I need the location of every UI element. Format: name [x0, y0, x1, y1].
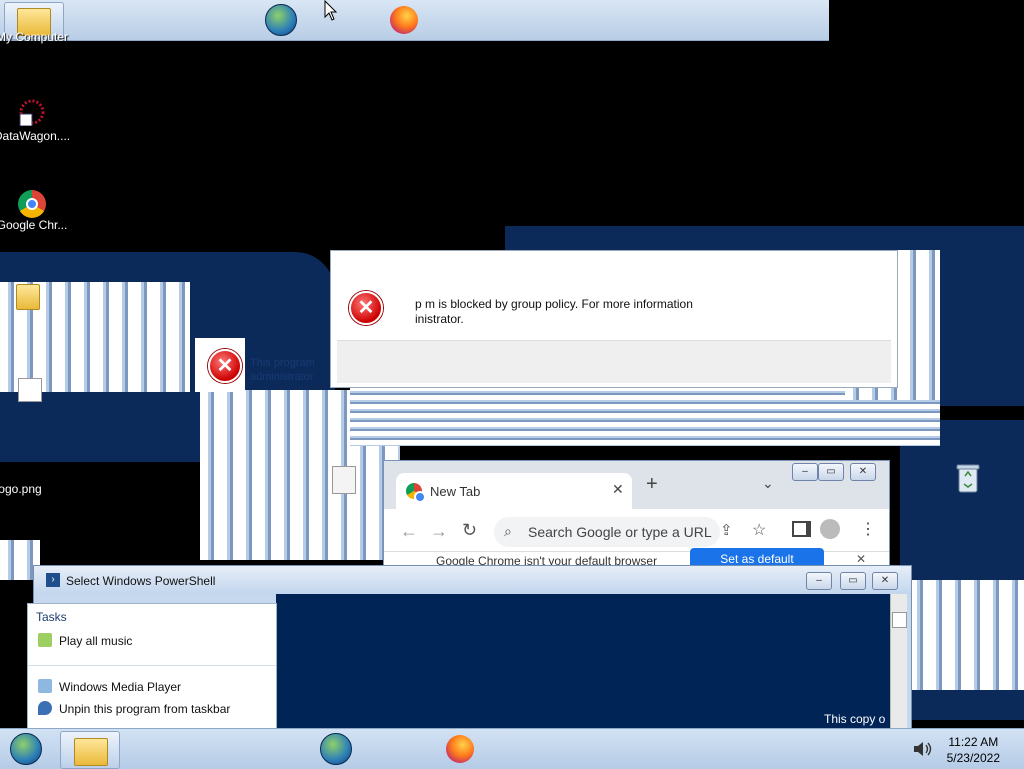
volume-icon[interactable]	[912, 741, 932, 757]
share-icon[interactable]: ⇪	[720, 521, 733, 539]
taskbar-explorer-button[interactable]	[60, 731, 120, 769]
set-default-button[interactable]: Set as default	[690, 548, 824, 565]
error-message-line1: p m is blocked by group policy. For more…	[415, 297, 693, 311]
close-tab-icon[interactable]: ✕	[612, 481, 624, 498]
jumplist-item-unpin[interactable]: Unpin this program from taskbar	[38, 701, 230, 719]
chrome-tabstrip: New Tab ✕ + ⌄ – ▭ ✕	[384, 461, 889, 509]
clock-time: 11:22 AM	[948, 735, 999, 749]
desktop-icon-my-computer[interactable]: My Computer	[0, 30, 72, 44]
media-player-icon[interactable]	[265, 4, 297, 36]
minimize-button[interactable]: –	[792, 463, 818, 481]
jumplist-header: Tasks	[36, 610, 67, 624]
close-button[interactable]: ✕	[872, 572, 898, 590]
recycle-bin-icon[interactable]	[955, 462, 981, 494]
desktop-icon-logo-png[interactable]: ogo.png	[0, 482, 60, 496]
vertical-scrollbar[interactable]	[890, 594, 907, 731]
music-icon	[38, 633, 52, 647]
desktop-icon-google-chrome[interactable]: Google Chr...	[0, 190, 72, 232]
tab-search-icon[interactable]: ⌄	[762, 475, 774, 492]
media-player-icon	[38, 679, 52, 693]
ghost-error-text: This program administrator	[250, 356, 315, 384]
windows-activation-watermark: This copy o	[824, 712, 886, 726]
desktop-icon-label: DataWagon....	[0, 129, 71, 143]
firefox-icon	[446, 735, 474, 763]
desktop-icon-label: Google Chr...	[0, 218, 68, 232]
scrollbar-thumb[interactable]	[892, 612, 907, 628]
error-dialog-footer	[337, 340, 891, 383]
desktop-icon-label: ogo.png	[0, 482, 42, 496]
chrome-window: New Tab ✕ + ⌄ – ▭ ✕ ← → ↻ ⌕ Search Googl…	[383, 460, 890, 566]
close-button[interactable]: ✕	[850, 463, 876, 481]
menu-kebab-icon[interactable]: ⋮	[860, 519, 876, 539]
tab-title: New Tab	[430, 484, 481, 499]
ghost-error-line2: administrator	[250, 371, 314, 383]
chrome-icon	[18, 190, 46, 218]
ghost-folder-icon	[16, 284, 40, 310]
jumplist-item-play-all-music[interactable]: Play all music	[38, 633, 132, 651]
firefox-icon[interactable]	[390, 6, 418, 34]
omnibox[interactable]: ⌕ Search Google or type a URL	[494, 517, 720, 547]
ghost-file-icon-2	[332, 466, 356, 494]
mouse-cursor-icon	[324, 0, 338, 21]
powershell-console[interactable]	[276, 594, 891, 731]
error-icon: ✕	[349, 291, 383, 325]
taskbar-media-player-button[interactable]	[306, 731, 364, 767]
jumplist-item-label: Windows Media Player	[59, 680, 182, 694]
jumplist-item-windows-media-player[interactable]: Windows Media Player	[38, 679, 181, 697]
taskbar-jump-list: Tasks Play all music Windows Media Playe…	[27, 603, 277, 729]
powershell-icon: ›	[46, 573, 60, 587]
start-button[interactable]	[10, 733, 42, 765]
folder-icon	[74, 738, 108, 766]
datawagon-icon	[19, 99, 45, 127]
profile-avatar[interactable]	[820, 519, 840, 539]
taskbar: 11:22 AM 5/23/2022	[0, 728, 1024, 769]
taskbar-clock[interactable]: 11:22 AM 5/23/2022	[947, 734, 1000, 766]
minimize-button[interactable]: –	[806, 572, 832, 590]
error-icon: ✕	[208, 349, 242, 383]
ghost-file-icon	[18, 378, 42, 402]
reload-icon[interactable]: ↻	[462, 520, 477, 541]
omnibox-placeholder: Search Google or type a URL	[528, 524, 712, 540]
window-title: Select Windows PowerShell	[66, 574, 216, 588]
tab-new-tab[interactable]: New Tab ✕	[396, 473, 632, 509]
new-tab-icon[interactable]: +	[646, 473, 658, 496]
maximize-button[interactable]: ▭	[818, 463, 844, 481]
forward-icon[interactable]: →	[430, 521, 448, 542]
bookmark-star-icon[interactable]: ☆	[752, 520, 766, 540]
clock-date: 5/23/2022	[946, 751, 1000, 765]
taskbar-firefox-button[interactable]	[432, 731, 490, 767]
media-player-icon	[320, 733, 352, 765]
ghost-taskbar-top	[0, 0, 829, 41]
jumplist-item-label: Unpin this program from taskbar	[59, 702, 231, 716]
side-panel-icon[interactable]	[792, 521, 811, 537]
error-dialog: ✕ p m is blocked by group policy. For mo…	[330, 250, 898, 388]
desktop-icon-datawagon[interactable]: DataWagon....	[0, 98, 72, 143]
error-message: p m is blocked by group policy. For more…	[415, 297, 693, 327]
maximize-button[interactable]: ▭	[840, 572, 866, 590]
back-icon[interactable]: ←	[400, 521, 418, 542]
powershell-titlebar[interactable]: › Select Windows PowerShell – ▭ ✕	[34, 566, 911, 594]
error-message-line2: inistrator.	[415, 312, 464, 326]
pin-icon	[38, 701, 52, 715]
search-icon: ⌕	[504, 523, 512, 539]
desktop-icon-label: My Computer	[0, 30, 69, 44]
ghost-error-line1: This program	[250, 357, 315, 369]
jumplist-divider	[28, 665, 276, 666]
chrome-icon	[406, 483, 426, 503]
default-browser-infobar: Google Chrome isn't your default browser…	[384, 548, 889, 565]
infobar-close-icon[interactable]: ✕	[856, 552, 866, 565]
jumplist-item-label: Play all music	[59, 634, 133, 648]
